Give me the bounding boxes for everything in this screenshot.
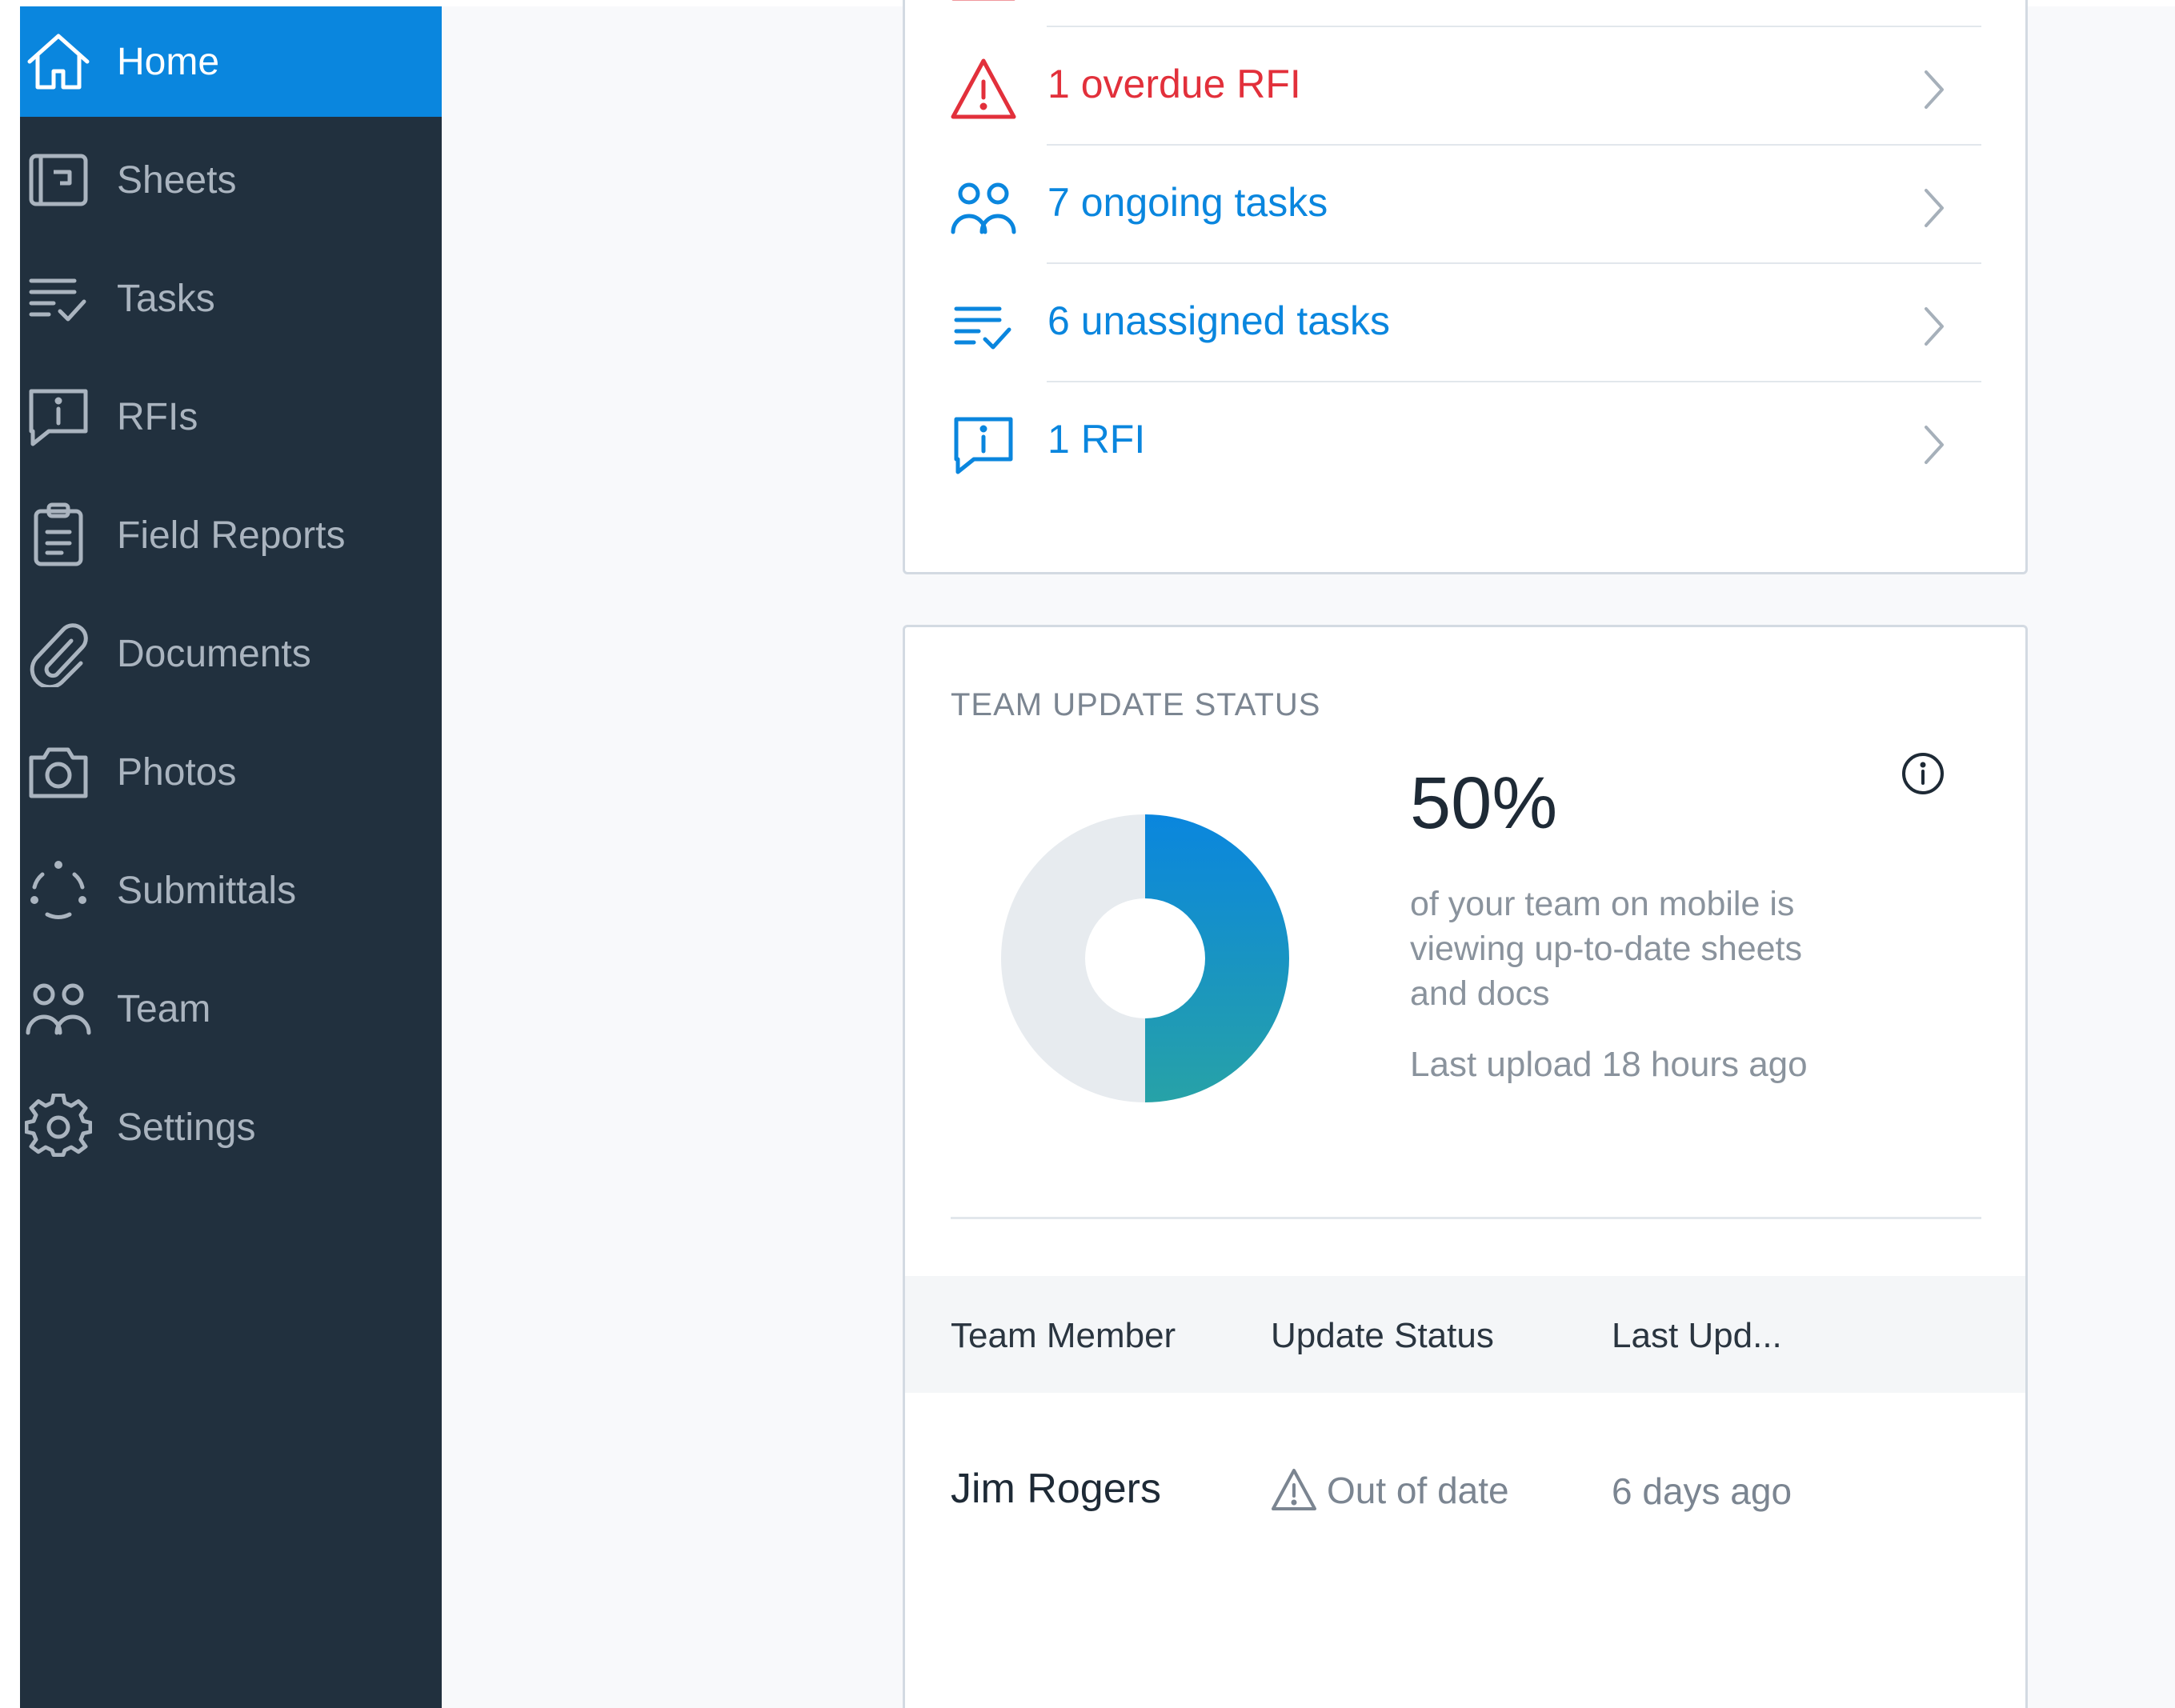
sidebar-item-label: Settings	[117, 1106, 256, 1149]
sidebar-item-tasks[interactable]: Tasks	[20, 243, 442, 354]
sidebar: Home Sheets Tasks RFIs Field Reports Doc…	[20, 6, 442, 1708]
sidebar-item-sheets[interactable]: Sheets	[20, 125, 442, 235]
chevron-right-icon	[1918, 66, 1950, 114]
update-status-donut	[1000, 814, 1289, 1102]
row-divider	[1047, 144, 1981, 146]
row-divider	[1047, 381, 1981, 382]
warning-icon	[950, 0, 1017, 5]
sidebar-item-home[interactable]: Home	[20, 6, 442, 117]
last-upload-text: Last upload 18 hours ago	[1410, 1045, 1808, 1084]
alert-row-warning[interactable]	[905, 0, 2025, 26]
percent-value: 50%	[1410, 762, 1558, 844]
sidebar-item-submittals[interactable]: Submittals	[20, 835, 442, 946]
sheets-icon	[25, 146, 92, 214]
sidebar-item-rfis[interactable]: RFIs	[20, 362, 442, 472]
paperclip-icon	[25, 620, 92, 687]
sidebar-item-label: Field Reports	[117, 514, 346, 557]
sidebar-item-label: Documents	[117, 632, 311, 675]
card-title: TEAM UPDATE STATUS	[951, 687, 1321, 722]
status-description: of your team on mobile is viewing up-to-…	[1410, 885, 1803, 1013]
alert-label: 7 ongoing tasks	[1047, 180, 1328, 225]
alert-label: 6 unassigned tasks	[1047, 298, 1391, 343]
sidebar-item-label: Home	[117, 40, 220, 83]
tasks-icon	[950, 293, 1017, 360]
clipboard-icon	[25, 502, 92, 569]
sidebar-item-team[interactable]: Team	[20, 954, 442, 1064]
update-status-cell: Out of date	[1271, 1462, 1509, 1518]
divider	[951, 1217, 1981, 1219]
alert-row-rfi[interactable]: 1 RFI	[905, 381, 2025, 499]
sidebar-item-settings[interactable]: Settings	[20, 1072, 442, 1182]
table-header: Team Member Update Status Last Upd...	[905, 1276, 2025, 1393]
row-divider	[1047, 262, 1981, 264]
home-icon	[25, 28, 92, 95]
rfi-icon	[950, 411, 1017, 478]
sidebar-item-label: Team	[117, 987, 211, 1030]
sidebar-item-documents[interactable]: Documents	[20, 598, 442, 709]
column-header-update-status[interactable]: Update Status	[1271, 1316, 1494, 1356]
gear-icon	[25, 1094, 92, 1161]
tasks-icon	[25, 265, 92, 332]
sidebar-item-label: Sheets	[117, 158, 237, 202]
warning-icon	[1271, 1467, 1317, 1514]
column-header-team-member[interactable]: Team Member	[951, 1316, 1176, 1356]
sidebar-item-field-reports[interactable]: Field Reports	[20, 480, 442, 590]
team-member-name: Jim Rogers	[951, 1466, 1161, 1512]
sidebar-item-label: Submittals	[117, 869, 297, 912]
alerts-card: 1 overdue RFI 7 ongoing tasks 6 unassign…	[903, 0, 2028, 574]
warning-icon	[950, 56, 1017, 123]
row-divider	[1047, 26, 1981, 27]
info-icon[interactable]	[1899, 750, 1947, 798]
donut-track	[1000, 814, 1145, 1102]
rfi-icon	[25, 383, 92, 450]
donut-value-arc	[1145, 814, 1289, 1102]
sidebar-item-label: Photos	[117, 750, 237, 794]
app-window: Home Sheets Tasks RFIs Field Reports Doc…	[0, 0, 2175, 1708]
sidebar-item-label: Tasks	[117, 277, 215, 320]
chevron-right-icon	[1918, 421, 1950, 469]
team-icon	[950, 174, 1017, 242]
alert-label: 1 overdue RFI	[1047, 62, 1301, 106]
team-update-status-card: TEAM UPDATE STATUS 50% of your team on m…	[903, 625, 2028, 1708]
chevron-right-icon	[1918, 302, 1950, 350]
sidebar-item-photos[interactable]: Photos	[20, 717, 442, 827]
chevron-right-icon	[1918, 184, 1950, 232]
submittals-icon	[25, 857, 92, 924]
main-content: 1 overdue RFI 7 ongoing tasks 6 unassign…	[442, 0, 2175, 1708]
last-updated-text: 6 days ago	[1612, 1470, 1792, 1512]
alert-row-unassigned-tasks[interactable]: 6 unassigned tasks	[905, 262, 2025, 381]
update-status-text: Out of date	[1327, 1470, 1509, 1511]
alert-row-ongoing-tasks[interactable]: 7 ongoing tasks	[905, 144, 2025, 262]
column-header-last-updated[interactable]: Last Upd...	[1612, 1316, 1782, 1356]
camera-icon	[25, 738, 92, 806]
alert-row-overdue-rfi[interactable]: 1 overdue RFI	[905, 26, 2025, 144]
sidebar-item-label: RFIs	[117, 395, 198, 438]
team-icon	[25, 975, 92, 1042]
alert-label: 1 RFI	[1047, 417, 1146, 462]
